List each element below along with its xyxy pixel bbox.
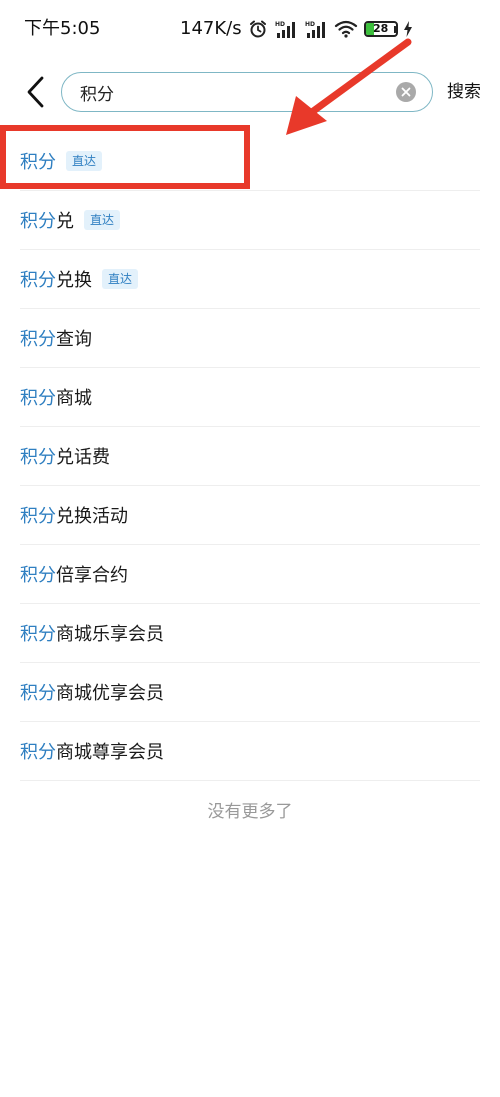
suggestion-keyword: 积分 [20,329,56,350]
status-icons: 147K/s HD HD 28 [180,16,413,42]
suggestion-item[interactable]: 积分 查询 [20,309,480,368]
search-header: 搜索 [0,62,500,122]
suggestion-item[interactable]: 积分 商城尊享会员 [20,722,480,781]
suggestion-keyword: 积分 [20,683,56,704]
alarm-icon [248,19,268,39]
suggestion-rest-text: 兑换 [56,270,92,291]
wifi-icon [334,19,358,39]
search-submit-button[interactable]: 搜索 [447,78,481,106]
suggestion-keyword: 积分 [20,270,56,291]
svg-text:HD: HD [275,21,285,28]
charging-icon [403,21,413,37]
suggestion-rest-text: 查询 [56,329,92,350]
network-speed: 147K/s [180,18,242,39]
battery-icon: 28 [363,21,398,37]
suggestion-item[interactable]: 积分 兑换 直达 [20,250,480,309]
suggestion-keyword: 积分 [20,742,56,763]
search-box[interactable] [61,72,433,112]
svg-text:HD: HD [305,21,315,28]
annotation-highlight-box [0,125,250,189]
suggestion-item[interactable]: 积分 商城优享会员 [20,663,480,722]
suggestion-keyword: 积分 [20,388,56,409]
suggestion-rest-text: 兑话费 [56,447,110,468]
clear-button[interactable] [396,82,416,102]
search-input[interactable] [80,82,360,102]
suggestion-rest-text: 兑换活动 [56,506,128,527]
suggestion-item[interactable]: 积分 倍享合约 [20,545,480,604]
battery-level: 28 [372,22,389,35]
suggestion-rest-text: 兑 [56,211,74,232]
battery-body: 28 [363,21,398,37]
suggestion-rest-text: 商城 [56,388,92,409]
hd-signal-icon: HD [304,19,328,39]
suggestion-rest-text: 倍享合约 [56,565,128,586]
suggestion-rest-text: 商城尊享会员 [56,742,164,763]
suggestion-item[interactable]: 积分 兑话费 [20,427,480,486]
clear-circle-icon [401,87,411,97]
status-time: 下午5:05 [24,18,101,39]
suggestion-item[interactable]: 积分兑直达 [20,191,480,250]
suggestion-keyword: 积分 [20,565,56,586]
suggestion-keyword: 积分 [20,447,56,468]
hd-signal-icon: HD [274,19,298,39]
status-bar: 下午5:05 147K/s HD HD 28 [0,0,500,58]
suggestion-item[interactable]: 积分 商城乐享会员 [20,604,480,663]
suggestion-item[interactable]: 积分 兑换活动 [20,486,480,545]
suggestion-keyword: 积分 [20,624,56,645]
suggestion-list: 积分 直达 积分兑直达 积分 兑换 直达 积分 查询 积分 商城 积分 兑话费 积分 兑换活动 积分 倍享合约… [0,132,500,781]
no-more-text: 没有更多了 [207,802,293,822]
chevron-left-icon [27,76,44,108]
direct-tag: 直达 [84,210,121,230]
suggestion-item[interactable]: 积分 商城 [20,368,480,427]
suggestion-rest-text: 商城优享会员 [56,683,164,704]
suggestion-rest-text: 商城乐享会员 [56,624,164,645]
suggestion-keyword: 积分 [20,211,56,232]
back-button[interactable] [20,74,52,110]
suggestion-keyword: 积分 [20,506,56,527]
direct-tag: 直达 [102,269,139,289]
